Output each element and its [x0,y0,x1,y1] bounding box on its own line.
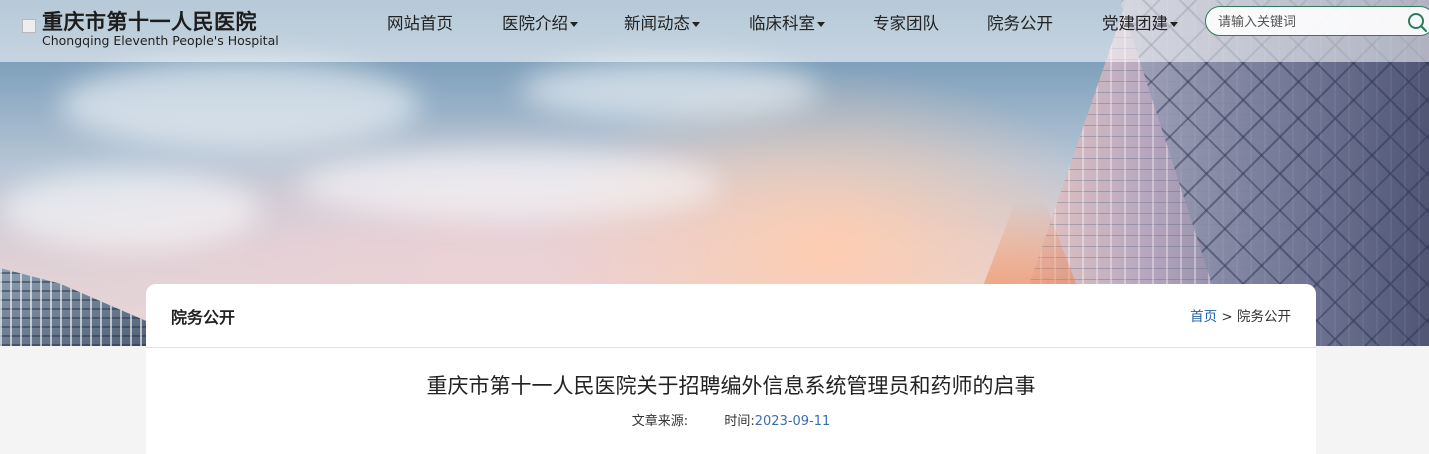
section-title: 院务公开 [171,308,236,327]
search-box [1205,6,1429,36]
search-input[interactable] [1216,11,1400,33]
cloud-decoration [0,170,260,250]
cloud-decoration [300,150,720,220]
nav-item-party[interactable]: 党建团建 [1102,10,1178,34]
nav-item-news[interactable]: 新闻动态 [624,10,700,34]
nav-item-label: 新闻动态 [624,14,690,33]
nav-item-home[interactable]: 网站首页 [387,10,453,34]
caret-down-icon [1170,22,1178,27]
caret-down-icon [570,22,578,27]
caret-down-icon [817,22,825,27]
nav-item-label: 网站首页 [387,14,453,33]
nav-item-affairs[interactable]: 院务公开 [987,10,1053,34]
breadcrumb-current[interactable]: 院务公开 [1237,309,1291,325]
card-header: 院务公开 首页 > 院务公开 [146,284,1316,348]
article-meta: 文章来源: 时间:2023-09-11 [146,410,1316,429]
cloud-decoration [60,60,420,150]
nav-item-label: 医院介绍 [502,14,568,33]
logo-icon [22,19,36,33]
publish-date: 2023-09-11 [754,414,831,429]
caret-down-icon [692,22,700,27]
site-header: 重庆市第十一人民医院 Chongqing Eleventh People's H… [0,0,1429,62]
nav-item-label: 临床科室 [749,14,815,33]
breadcrumb-home-link[interactable]: 首页 [1190,309,1217,325]
nav-item-about[interactable]: 医院介绍 [502,10,578,34]
nav-item-label: 院务公开 [987,14,1053,33]
article-title: 重庆市第十一人民医院关于招聘编外信息系统管理员和药师的启事 [426,374,1036,398]
breadcrumb-separator: > [1221,309,1233,325]
nav-item-departments[interactable]: 临床科室 [749,10,825,34]
site-name-en: Chongqing Eleventh People's Hospital [42,33,279,48]
search-icon[interactable] [1405,10,1429,34]
cloud-decoration [520,60,820,120]
breadcrumb: 首页 > 院务公开 [1190,305,1291,325]
source-label: 文章来源: [631,414,689,429]
nav-item-label: 专家团队 [873,14,939,33]
nav-item-label: 党建团建 [1102,14,1168,33]
content-card: 院务公开 首页 > 院务公开 重庆市第十一人民医院关于招聘编外信息系统管理员和药… [146,284,1316,454]
nav-item-experts[interactable]: 专家团队 [873,10,939,34]
site-name-cn: 重庆市第十一人民医院 [42,10,257,34]
building-image [0,268,150,346]
time-label: 时间: [724,414,755,429]
